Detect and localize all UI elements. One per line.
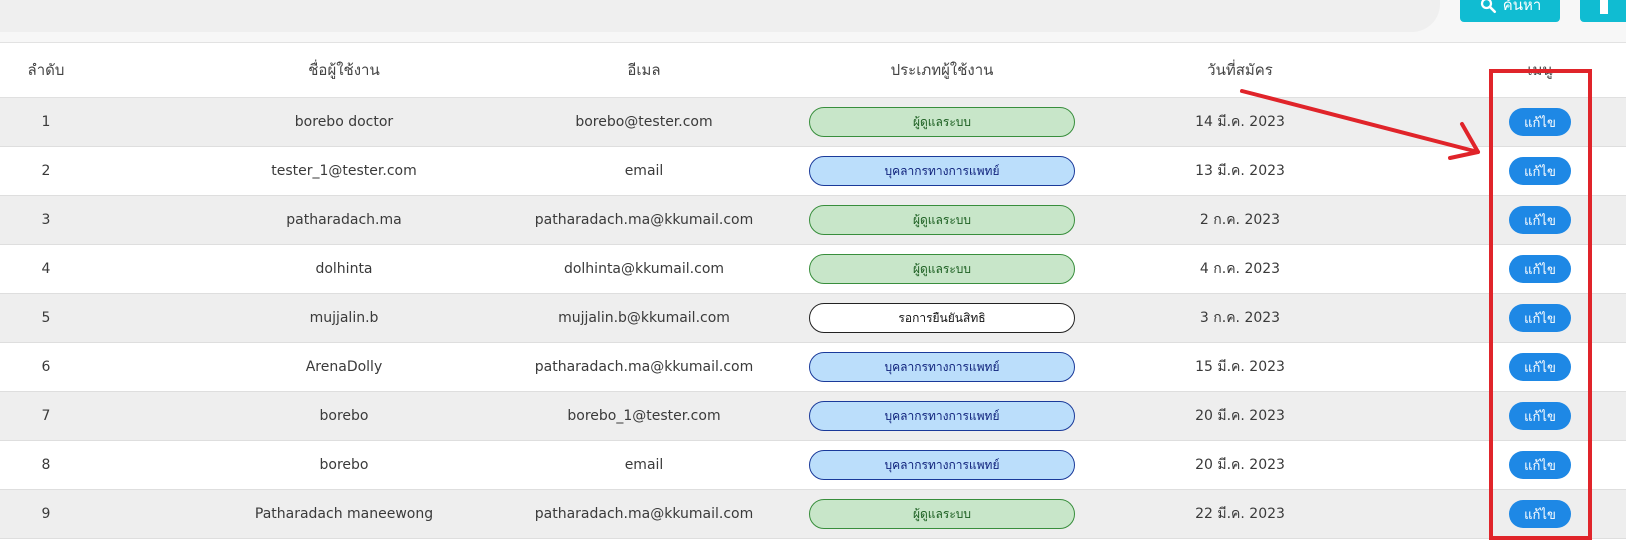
row-register-date: 15 มี.ค. 2023 (1195, 359, 1285, 375)
row-email: mujjalin.b@kkumail.com (558, 310, 730, 326)
row-email: borebo_1@tester.com (567, 408, 721, 424)
search-button-label: ค้นหา (1502, 0, 1542, 14)
annotation-highlight-box (1489, 69, 1592, 540)
table-row: 2 tester_1@tester.com email บุคลากรทางกา… (0, 147, 1626, 196)
table-row: 5 mujjalin.b mujjalin.b@kkumail.com รอกา… (0, 294, 1626, 343)
row-index: 9 (41, 506, 51, 522)
row-register-date: 13 มี.ค. 2023 (1195, 163, 1285, 179)
row-index: 7 (41, 408, 51, 424)
user-type-badge: บุคลากรทางการแพทย์ (809, 352, 1075, 382)
search-input[interactable] (0, 0, 1440, 32)
table-row: 3 patharadach.ma patharadach.ma@kkumail.… (0, 196, 1626, 245)
row-index: 4 (41, 261, 51, 277)
row-email: email (624, 457, 664, 473)
row-index: 5 (41, 310, 51, 326)
table-row: 6 ArenaDolly patharadach.ma@kkumail.com … (0, 343, 1626, 392)
header-user-type[interactable]: ประเภทผู้ใช้งาน (808, 43, 1076, 97)
row-register-date: 20 มี.ค. 2023 (1195, 408, 1285, 424)
row-index: 1 (41, 114, 51, 130)
row-email: patharadach.ma@kkumail.com (534, 359, 754, 375)
table-row: 4 dolhinta dolhinta@kkumail.com ผู้ดูแลร… (0, 245, 1626, 294)
user-type-badge: ผู้ดูแลระบบ (809, 205, 1075, 235)
row-register-date: 4 ก.ค. 2023 (1199, 261, 1281, 277)
row-user-type-cell: บุคลากรทางการแพทย์ (808, 147, 1076, 195)
row-email: email (624, 163, 664, 179)
user-type-badge: ผู้ดูแลระบบ (809, 107, 1075, 137)
row-user-type-cell: บุคลากรทางการแพทย์ (808, 441, 1076, 489)
search-button[interactable]: ค้นหา (1460, 0, 1560, 22)
user-type-badge: บุคลากรทางการแพทย์ (809, 156, 1075, 186)
row-email: patharadach.ma@kkumail.com (534, 212, 754, 228)
row-username: mujjalin.b (309, 310, 379, 326)
header-username[interactable]: ชื่อผู้ใช้งาน (220, 43, 468, 97)
row-register-date: 20 มี.ค. 2023 (1195, 457, 1285, 473)
table-row: 8 borebo email บุคลากรทางการแพทย์ 20 มี.… (0, 441, 1626, 490)
row-register-date: 2 ก.ค. 2023 (1199, 212, 1281, 228)
user-type-badge: ผู้ดูแลระบบ (809, 254, 1075, 284)
table-row: 9 Patharadach maneewong patharadach.ma@k… (0, 490, 1626, 539)
row-username: Patharadach maneewong (254, 506, 434, 522)
row-index: 2 (41, 163, 51, 179)
table-header: ลำดับ ชื่อผู้ใช้งาน อีเมล ประเภทผู้ใช้งา… (0, 43, 1626, 98)
row-username: patharadach.ma (286, 212, 402, 228)
row-username: borebo (319, 457, 369, 473)
user-type-badge: ผู้ดูแลระบบ (809, 499, 1075, 529)
search-icon (1480, 0, 1496, 14)
row-email: dolhinta@kkumail.com (563, 261, 725, 277)
row-index: 6 (41, 359, 51, 375)
row-user-type-cell: รอการยืนยันสิทธิ (808, 294, 1076, 342)
row-index: 8 (41, 457, 51, 473)
row-username: dolhinta (315, 261, 373, 277)
header-email[interactable]: อีเมล (510, 43, 778, 97)
row-register-date: 3 ก.ค. 2023 (1199, 310, 1281, 326)
row-username: tester_1@tester.com (271, 163, 417, 179)
row-email: borebo@tester.com (575, 114, 713, 130)
top-toolbar: ค้นหา (0, 0, 1626, 43)
row-username: borebo doctor (294, 114, 394, 130)
row-register-date: 14 มี.ค. 2023 (1195, 114, 1285, 130)
row-user-type-cell: บุคลากรทางการแพทย์ (808, 392, 1076, 440)
row-email: patharadach.ma@kkumail.com (534, 506, 754, 522)
user-type-badge: บุคลากรทางการแพทย์ (809, 450, 1075, 480)
row-register-date: 22 มี.ค. 2023 (1195, 506, 1285, 522)
row-user-type-cell: ผู้ดูแลระบบ (808, 196, 1076, 244)
row-username: ArenaDolly (305, 359, 383, 375)
row-user-type-cell: ผู้ดูแลระบบ (808, 490, 1076, 538)
document-icon (1600, 0, 1608, 14)
row-user-type-cell: บุคลากรทางการแพทย์ (808, 343, 1076, 391)
header-index[interactable]: ลำดับ (0, 43, 92, 97)
table-row: 7 borebo borebo_1@tester.com บุคลากรทางก… (0, 392, 1626, 441)
user-type-badge: รอการยืนยันสิทธิ (809, 303, 1075, 333)
header-register-date[interactable]: วันที่สมัคร (1140, 43, 1340, 97)
table-row: 1 borebo doctor borebo@tester.com ผู้ดูแ… (0, 98, 1626, 147)
row-user-type-cell: ผู้ดูแลระบบ (808, 245, 1076, 293)
user-type-badge: บุคลากรทางการแพทย์ (809, 401, 1075, 431)
row-user-type-cell: ผู้ดูแลระบบ (808, 98, 1076, 146)
row-index: 3 (41, 212, 51, 228)
row-username: borebo (319, 408, 369, 424)
toolbar-extra-button[interactable] (1580, 0, 1626, 22)
